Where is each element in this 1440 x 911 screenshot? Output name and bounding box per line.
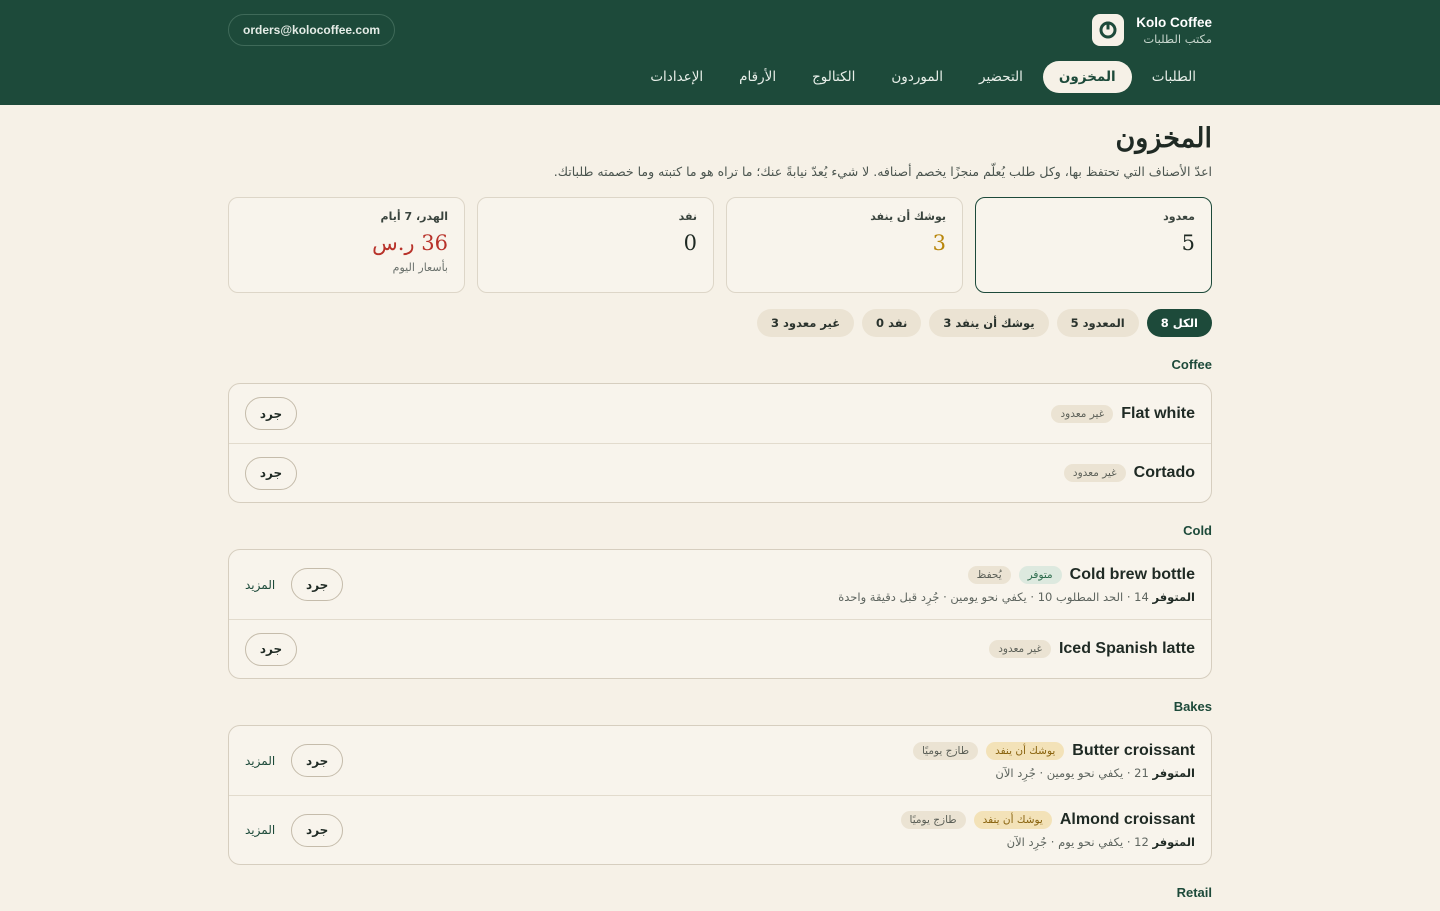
stat-value: 3 — [932, 231, 946, 255]
meta-qty: 14 — [1134, 589, 1149, 604]
section-title-retail: Retail — [1176, 885, 1212, 900]
filter-out[interactable]: نفد 0 — [862, 309, 922, 337]
section-card-cold: Cold brew bottle متوفر يُحفظ المتوفر 14 … — [228, 549, 1212, 679]
page-title: المخزون — [1115, 123, 1212, 154]
main-nav: الطلبات المخزون التحضير الموردون الكتالو… — [634, 61, 1212, 93]
section-title-coffee: Coffee — [1171, 357, 1212, 372]
stat-label: يوشك أن ينفد — [870, 210, 946, 223]
nav-numbers[interactable]: الأرقام — [723, 61, 792, 93]
nav-settings[interactable]: الإعدادات — [634, 61, 719, 93]
more-link[interactable]: المزيد — [245, 578, 275, 592]
meta-qty: 21 — [1134, 765, 1149, 780]
item-name: Flat white — [1121, 404, 1195, 422]
meta-details: · يكفي نحو يومين · جُرِد الآن — [995, 765, 1131, 780]
filter-all[interactable]: الكل 8 — [1146, 309, 1212, 337]
stat-value: 5 — [1181, 231, 1195, 255]
list-item: Cortado غير معدود جرد — [229, 443, 1211, 502]
stat-value: 0 — [683, 231, 697, 255]
filter-uncounted[interactable]: غير معدود 3 — [757, 309, 855, 337]
status-badge: غير معدود — [1063, 464, 1126, 482]
status-badge: يوشك أن ينفد — [986, 741, 1065, 760]
meta-details: · الحد المطلوب 10 · يكفي نحو يومين · جُر… — [838, 589, 1131, 604]
more-link[interactable]: المزيد — [245, 754, 275, 768]
page-description: اعدّ الأصناف التي تحتفظ بها، وكل طلب يُع… — [553, 164, 1212, 179]
item-name: Cortado — [1133, 464, 1195, 481]
filter-chips: الكل 8 المعدود 5 يوشك أن ينفد 3 نفد 0 غي… — [228, 309, 1212, 337]
brand-text: Kolo Coffee مكتب الطلبات — [1136, 15, 1212, 46]
filter-low[interactable]: يوشك أن ينفد 3 — [929, 309, 1049, 337]
stat-value: 36 ر.س — [372, 231, 448, 255]
count-button[interactable]: جرد — [291, 813, 344, 847]
nav-suppliers[interactable]: الموردون — [875, 61, 959, 93]
stat-out-of-stock[interactable]: نفد 0 — [477, 197, 714, 293]
count-button[interactable]: جرد — [245, 456, 297, 490]
item-name: Almond croissant — [1059, 811, 1195, 828]
section-title-bakes: Bakes — [1173, 699, 1212, 714]
status-badge: متوفر — [1018, 565, 1062, 584]
stat-low-stock[interactable]: يوشك أن ينفد 3 — [726, 197, 963, 293]
meta-label: المتوفر — [1152, 835, 1195, 849]
section-title-cold: Cold — [1183, 523, 1212, 538]
filter-counted[interactable]: المعدود 5 — [1056, 309, 1139, 337]
stat-waste[interactable]: الهدر، 7 أيام 36 ر.س بأسعار اليوم — [228, 197, 465, 293]
list-item: Cold brew bottle متوفر يُحفظ المتوفر 14 … — [229, 550, 1211, 619]
stat-label: الهدر، 7 أيام — [380, 210, 448, 223]
list-item: Butter croissant يوشك أن ينفد طازج يوميً… — [229, 726, 1211, 795]
stat-label: نفد — [678, 210, 697, 223]
count-button[interactable]: جرد — [245, 632, 297, 666]
account-email[interactable]: orders@kolocoffee.com — [228, 14, 396, 46]
freshness-badge: طازج يوميًا — [900, 811, 966, 829]
stat-subtext: بأسعار اليوم — [392, 261, 448, 274]
status-badge: يوشك أن ينفد — [973, 811, 1052, 829]
freshness-badge: طازج يوميًا — [912, 741, 979, 760]
main-content: المخزون اعدّ الأصناف التي تحتفظ بها، وكل… — [228, 105, 1212, 911]
brand-subtitle: مكتب الطلبات — [1143, 31, 1212, 46]
status-badge: غير معدود — [989, 640, 1051, 658]
status-badge: غير معدود — [1051, 404, 1114, 423]
item-name: Butter croissant — [1072, 741, 1195, 759]
meta-qty: 12 — [1134, 835, 1149, 849]
top-bar: Kolo Coffee مكتب الطلبات orders@kolocoff… — [0, 0, 1440, 105]
nav-catalog[interactable]: الكتالوج — [796, 61, 871, 93]
storage-badge: يُحفظ — [967, 565, 1011, 584]
meta-details: · يكفي نحو يوم · جُرِد الآن — [1006, 835, 1131, 849]
list-item: Iced Spanish latte غير معدود جرد — [229, 619, 1211, 678]
item-name: Iced Spanish latte — [1058, 640, 1195, 657]
list-item: Flat white غير معدود جرد — [229, 384, 1211, 443]
count-button[interactable]: جرد — [245, 397, 297, 430]
more-link[interactable]: المزيد — [245, 823, 275, 837]
stats-row: معدود 5 يوشك أن ينفد 3 نفد 0 الهدر، 7 أي… — [228, 197, 1212, 293]
nav-prep[interactable]: التحضير — [963, 61, 1039, 93]
nav-orders[interactable]: الطلبات — [1136, 61, 1212, 93]
stat-label: معدود — [1163, 210, 1195, 223]
nav-inventory[interactable]: المخزون — [1042, 61, 1132, 93]
item-meta: المتوفر 12 · يكفي نحو يوم · جُرِد الآن — [901, 835, 1195, 849]
stat-counted[interactable]: معدود 5 — [975, 197, 1212, 293]
section-card-coffee: Flat white غير معدود جرد Cortado غير معد… — [228, 383, 1212, 503]
item-name: Cold brew bottle — [1069, 565, 1195, 583]
list-item: Almond croissant يوشك أن ينفد طازج يوميً… — [229, 795, 1211, 864]
meta-label: المتوفر — [1152, 765, 1195, 780]
item-meta: المتوفر 14 · الحد المطلوب 10 · يكفي نحو … — [838, 590, 1195, 604]
item-meta: المتوفر 21 · يكفي نحو يومين · جُرِد الآن — [913, 766, 1195, 780]
brand[interactable]: Kolo Coffee مكتب الطلبات — [1092, 14, 1212, 46]
section-card-bakes: Butter croissant يوشك أن ينفد طازج يوميً… — [228, 725, 1212, 865]
count-button[interactable]: جرد — [291, 744, 344, 777]
brand-logo-icon — [1092, 14, 1125, 46]
meta-label: المتوفر — [1152, 589, 1195, 604]
count-button[interactable]: جرد — [291, 568, 344, 601]
brand-name: Kolo Coffee — [1136, 14, 1212, 30]
